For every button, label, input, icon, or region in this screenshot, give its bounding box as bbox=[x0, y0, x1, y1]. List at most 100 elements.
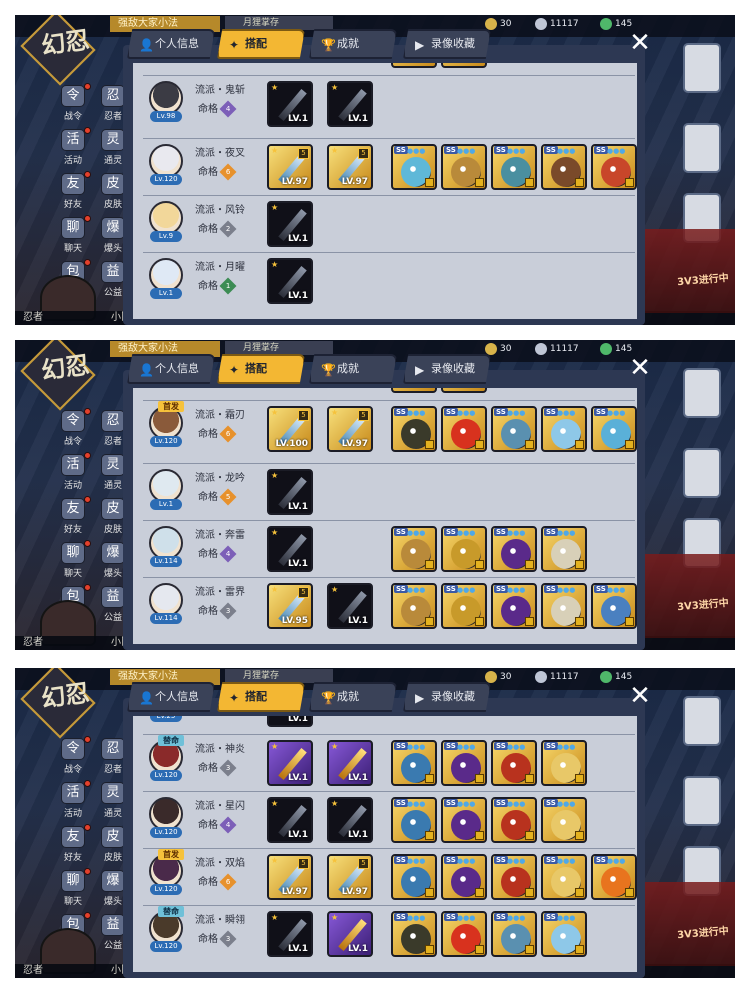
weapon-slot[interactable]: ★ LV.1 bbox=[267, 258, 313, 304]
scroll-slot[interactable]: SS ●●● bbox=[441, 406, 487, 452]
scroll-slot[interactable] bbox=[391, 63, 437, 68]
weapon-slot[interactable]: ★ LV.1 bbox=[267, 526, 313, 572]
weapon-slot[interactable]: ★ LV.1 bbox=[267, 469, 313, 515]
close-icon[interactable]: ✕ bbox=[627, 355, 653, 382]
weapon-slot[interactable]: ★ LV.1 bbox=[327, 797, 373, 843]
sidebar-item[interactable]: 活活动 bbox=[53, 452, 93, 498]
ninja-avatar[interactable]: Lv.120 替命 bbox=[148, 735, 184, 781]
weapon-slot[interactable]: ★ LV.1 bbox=[267, 797, 313, 843]
scroll-slot[interactable]: SS ●●● bbox=[441, 911, 487, 957]
bottom-nav-item[interactable]: 忍者 bbox=[23, 636, 43, 650]
right-menu-card[interactable] bbox=[683, 123, 721, 173]
ninja-avatar[interactable]: Lv.98 bbox=[148, 81, 184, 122]
weapon-slot[interactable]: ★ 5 LV.97 bbox=[327, 854, 373, 900]
ninja-avatar[interactable]: Lv.120 首发 bbox=[148, 849, 184, 895]
scroll-slot[interactable]: SS ●●● bbox=[391, 526, 437, 572]
weapon-slot[interactable]: ★ LV.1 bbox=[267, 81, 313, 127]
tab-achievements[interactable]: 🏆 成就 bbox=[309, 682, 397, 712]
scroll-slot[interactable]: SS ●●● bbox=[541, 911, 587, 957]
weapon-slot[interactable]: ★ LV.1 bbox=[267, 740, 313, 786]
weapon-slot[interactable]: LV.1 bbox=[267, 716, 313, 727]
right-menu-card[interactable] bbox=[683, 448, 721, 498]
ninja-avatar[interactable]: Lv.9 bbox=[148, 201, 184, 242]
scroll-slot[interactable]: SS ●●● bbox=[541, 797, 587, 843]
scroll-slot[interactable]: SS ●●● bbox=[541, 583, 587, 629]
sidebar-item[interactable]: 聊聊天 bbox=[53, 215, 93, 261]
sidebar-item[interactable]: 友好友 bbox=[53, 496, 93, 542]
ninja-avatar[interactable]: Lv.114 bbox=[148, 583, 184, 624]
weapon-slot[interactable]: ★ LV.1 bbox=[327, 583, 373, 629]
ninja-avatar[interactable]: Lv.120 替命 bbox=[148, 906, 184, 952]
weapon-slot[interactable]: ★ 5 LV.97 bbox=[327, 144, 373, 190]
scroll-slot[interactable]: SS ●●● bbox=[591, 583, 637, 629]
bottom-nav-item[interactable]: 忍者 bbox=[23, 311, 43, 325]
weapon-slot[interactable]: ★ 5 LV.97 bbox=[327, 406, 373, 452]
weapon-slot[interactable]: ★ 5 LV.97 bbox=[267, 144, 313, 190]
event-sub-banner[interactable]: 月狸掌存 bbox=[225, 16, 333, 30]
ninja-avatar[interactable]: Lv.120 首发 bbox=[148, 401, 184, 447]
sidebar-item[interactable]: 聊聊天 bbox=[53, 868, 93, 914]
scroll-slot[interactable]: SS ●●● bbox=[441, 144, 487, 190]
tab-replays[interactable]: ▶ 录像收藏 bbox=[403, 682, 491, 712]
right-menu-card[interactable] bbox=[683, 696, 721, 746]
scroll-slot[interactable]: SS ●●● bbox=[491, 406, 537, 452]
scroll-slot[interactable]: SS ●●● bbox=[441, 740, 487, 786]
tab-achievements[interactable]: 🏆 成就 bbox=[309, 354, 397, 384]
scroll-slot[interactable]: SS ●●● bbox=[591, 854, 637, 900]
close-icon[interactable]: ✕ bbox=[627, 30, 653, 57]
sidebar-item[interactable]: 令战令 bbox=[53, 83, 93, 129]
scroll-slot[interactable]: SS ●●● bbox=[541, 526, 587, 572]
scroll-slot[interactable]: SS ●●● bbox=[441, 854, 487, 900]
ninja-avatar[interactable]: Lv.114 bbox=[148, 526, 184, 567]
scroll-slot[interactable]: SS ●●● bbox=[491, 797, 537, 843]
scroll-slot[interactable]: SS ●●● bbox=[491, 911, 537, 957]
weapon-slot[interactable]: ★ LV.1 bbox=[267, 911, 313, 957]
scroll-slot[interactable]: SS ●●● bbox=[391, 740, 437, 786]
weapon-slot[interactable]: ★ 5 LV.95 bbox=[267, 583, 313, 629]
event-sub-banner[interactable]: 月狸掌存 bbox=[225, 669, 333, 683]
scroll-slot[interactable] bbox=[441, 388, 487, 393]
scroll-slot[interactable]: SS ●●● bbox=[391, 406, 437, 452]
scroll-slot[interactable]: SS ●●● bbox=[391, 583, 437, 629]
ninja-avatar[interactable]: Lv.25 bbox=[148, 716, 184, 722]
scroll-slot[interactable]: SS ●●● bbox=[441, 583, 487, 629]
tab-profile[interactable]: 👤 个人信息 bbox=[127, 29, 215, 59]
scroll-slot[interactable] bbox=[441, 63, 487, 68]
tab-replays[interactable]: ▶ 录像收藏 bbox=[403, 29, 491, 59]
ninja-avatar[interactable]: Lv.120 bbox=[148, 144, 184, 185]
weapon-slot[interactable]: ★ LV.1 bbox=[267, 201, 313, 247]
scroll-slot[interactable]: SS ●●● bbox=[541, 406, 587, 452]
scroll-slot[interactable]: SS ●●● bbox=[541, 144, 587, 190]
right-menu-card[interactable] bbox=[683, 368, 721, 418]
scroll-slot[interactable]: SS ●●● bbox=[491, 740, 537, 786]
tab-achievements[interactable]: 🏆 成就 bbox=[309, 29, 397, 59]
scroll-slot[interactable]: SS ●●● bbox=[441, 526, 487, 572]
tab-profile[interactable]: 👤 个人信息 bbox=[127, 354, 215, 384]
sidebar-item[interactable]: 令战令 bbox=[53, 408, 93, 454]
scroll-slot[interactable]: SS ●●● bbox=[441, 797, 487, 843]
right-menu-card[interactable] bbox=[683, 43, 721, 93]
tab-profile[interactable]: 👤 个人信息 bbox=[127, 682, 215, 712]
scroll-slot[interactable]: SS ●●● bbox=[491, 854, 537, 900]
weapon-slot[interactable]: ★ 5 LV.100 bbox=[267, 406, 313, 452]
close-icon[interactable]: ✕ bbox=[627, 683, 653, 710]
weapon-slot[interactable]: ★ 5 LV.97 bbox=[267, 854, 313, 900]
bottom-nav-item[interactable]: 忍者 bbox=[23, 964, 43, 978]
sidebar-item[interactable]: 友好友 bbox=[53, 171, 93, 217]
scroll-slot[interactable]: SS ●●● bbox=[491, 583, 537, 629]
weapon-slot[interactable]: ★ LV.1 bbox=[327, 81, 373, 127]
scroll-slot[interactable]: SS ●●● bbox=[541, 854, 587, 900]
ninja-avatar[interactable]: Lv.1 bbox=[148, 469, 184, 510]
scroll-slot[interactable] bbox=[391, 388, 437, 393]
scroll-slot[interactable]: SS ●●● bbox=[591, 406, 637, 452]
scroll-slot[interactable]: SS ●●● bbox=[591, 144, 637, 190]
ninja-avatar[interactable]: Lv.1 bbox=[148, 258, 184, 299]
tab-loadout[interactable]: ✦ 搭配 bbox=[217, 354, 305, 384]
event-sub-banner[interactable]: 月狸掌存 bbox=[225, 341, 333, 355]
tab-loadout[interactable]: ✦ 搭配 bbox=[217, 682, 305, 712]
sidebar-item[interactable]: 友好友 bbox=[53, 824, 93, 870]
sidebar-item[interactable]: 令战令 bbox=[53, 736, 93, 782]
sidebar-item[interactable]: 活活动 bbox=[53, 780, 93, 826]
weapon-slot[interactable]: ★ LV.1 bbox=[327, 911, 373, 957]
tab-loadout[interactable]: ✦ 搭配 bbox=[217, 29, 305, 59]
